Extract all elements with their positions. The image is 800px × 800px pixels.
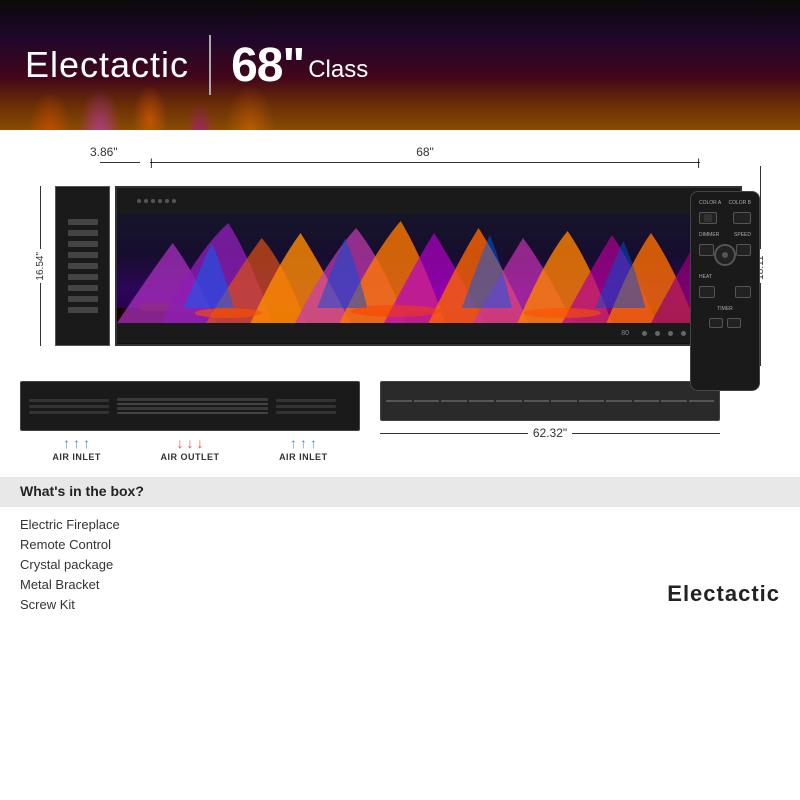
arrow-up: ↑	[300, 436, 307, 450]
airflow-labels: ↑ ↑ ↑ AIR INLET ↓ ↓ ↓ AIR OUTLET ↑ ↑ ↑	[20, 436, 360, 462]
fireplace-wrapper: 16.54"	[30, 166, 770, 366]
side-vent	[68, 263, 98, 269]
header-section: Electactic 68" Class	[0, 0, 800, 130]
arrow-up: ↑	[83, 436, 90, 450]
fireplace-front-view: 80	[115, 186, 742, 346]
whats-in-box-header: What's in the box?	[0, 477, 800, 507]
dim-width-bottom: 62.32"	[533, 426, 567, 440]
fireplace-side-view	[55, 186, 110, 346]
control-dot	[655, 331, 660, 336]
dim-width: 68"	[416, 145, 434, 159]
air-inlet-left-label: AIR INLET	[52, 452, 101, 462]
back-panel-view	[380, 381, 720, 421]
arrow-down: ↓	[176, 436, 183, 450]
box-item-5: Screw Kit	[20, 597, 780, 612]
header-divider	[209, 35, 211, 95]
header-brand-container: Electactic 68" Class	[0, 35, 368, 95]
arrow-up: ↑	[290, 436, 297, 450]
inlet-arrows-right: ↑ ↑ ↑	[290, 436, 317, 450]
air-inlet-right: ↑ ↑ ↑ AIR INLET	[247, 436, 360, 462]
dim-depth: 3.86"	[90, 145, 150, 159]
remote-control: COLOR A COLOR B DIMMER SPEED	[690, 191, 760, 391]
box-item-4: Metal Bracket	[20, 577, 780, 592]
side-vent	[68, 307, 98, 313]
box-contents: Electric Fireplace Remote Control Crysta…	[0, 507, 800, 622]
box-item-1: Electric Fireplace	[20, 517, 780, 532]
side-vent	[68, 241, 98, 247]
bottom-views-section: ↑ ↑ ↑ AIR INLET ↓ ↓ ↓ AIR OUTLET ↑ ↑ ↑	[0, 371, 800, 472]
fireplace-top-bar	[117, 188, 740, 213]
arrow-down: ↓	[196, 436, 203, 450]
side-vent	[68, 296, 98, 302]
air-inlet-left: ↑ ↑ ↑ AIR INLET	[20, 436, 133, 462]
fireplace-controls-bar: 80	[117, 323, 740, 343]
brand-footer: Electactic	[667, 581, 780, 607]
top-vents-left	[137, 199, 176, 203]
bottom-right-view: 62.32"	[380, 381, 720, 462]
box-item-3: Crystal package	[20, 557, 780, 572]
inlet-arrows-left: ↑ ↑ ↑	[63, 436, 90, 450]
air-outlet-center: ↓ ↓ ↓ AIR OUTLET	[133, 436, 246, 462]
whats-in-box-title: What's in the box?	[20, 483, 144, 499]
remote-panel: COLOR A COLOR B DIMMER SPEED	[690, 181, 760, 401]
bottom-unit-left	[20, 381, 360, 431]
bottom-left-view: ↑ ↑ ↑ AIR INLET ↓ ↓ ↓ AIR OUTLET ↑ ↑ ↑	[20, 381, 360, 462]
control-dot	[681, 331, 686, 336]
side-vent	[68, 274, 98, 280]
arrow-down: ↓	[186, 436, 193, 450]
dim-height-left: 16.54"	[35, 249, 46, 284]
control-dot	[642, 331, 647, 336]
brand-name: Electactic	[25, 44, 189, 86]
arrow-up: ↑	[63, 436, 70, 450]
arrow-up: ↑	[310, 436, 317, 450]
model-class: Class	[308, 56, 368, 84]
side-vent	[68, 252, 98, 258]
outlet-arrows: ↓ ↓ ↓	[176, 436, 203, 450]
box-item-2: Remote Control	[20, 537, 780, 552]
side-vent	[68, 230, 98, 236]
arrow-up: ↑	[73, 436, 80, 450]
air-outlet-label: AIR OUTLET	[160, 452, 219, 462]
control-dot	[668, 331, 673, 336]
main-content: 3.86" 68" | | 16.54"	[0, 130, 800, 371]
side-vent	[68, 285, 98, 291]
air-inlet-right-label: AIR INLET	[279, 452, 328, 462]
model-size: 68"	[231, 38, 304, 93]
side-vent	[68, 219, 98, 225]
flames-svg	[117, 213, 740, 323]
flame-display-area	[117, 213, 740, 323]
